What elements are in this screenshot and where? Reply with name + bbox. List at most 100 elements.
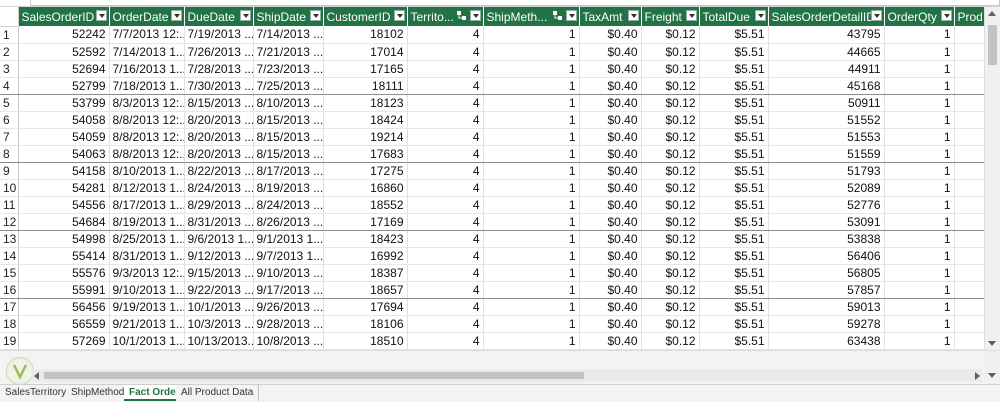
table-cell[interactable]: $0.12 (641, 179, 700, 197)
row-number[interactable]: 11 (0, 196, 19, 214)
column-header-prod[interactable]: Prod (954, 7, 984, 26)
table-cell[interactable]: 1 (884, 60, 955, 78)
table-cell[interactable] (954, 230, 984, 248)
table-cell[interactable]: 55991 (18, 281, 110, 299)
table-cell[interactable]: 8/22/2013 ... (184, 162, 254, 180)
table-cell[interactable]: $0.12 (641, 111, 700, 129)
table-cell[interactable]: 8/20/2013 ... (184, 145, 254, 163)
filter-dropdown-icon[interactable] (469, 10, 481, 21)
table-cell[interactable]: 17165 (323, 60, 408, 78)
table-cell[interactable]: 56456 (18, 298, 110, 316)
table-cell[interactable]: 1 (884, 179, 955, 197)
table-cell[interactable]: 54158 (18, 162, 110, 180)
table-cell[interactable]: 7/16/2013 1... (109, 60, 185, 78)
table-cell[interactable]: 4 (407, 247, 484, 265)
table-cell[interactable]: 1 (884, 111, 955, 129)
table-cell[interactable] (954, 315, 984, 333)
table-cell[interactable]: 1 (483, 43, 580, 61)
table-cell[interactable]: 52242 (18, 26, 110, 44)
table-cell[interactable]: 18423 (323, 230, 408, 248)
table-cell[interactable]: 1 (884, 298, 955, 316)
table-cell[interactable]: $0.12 (641, 26, 700, 44)
table-cell[interactable]: 8/17/2013 1... (109, 196, 185, 214)
table-cell[interactable]: 18106 (323, 315, 408, 333)
table-cell[interactable]: 9/28/2013 ... (253, 315, 324, 333)
table-cell[interactable]: 8/3/2013 12:... (109, 94, 185, 112)
horizontal-scroll-thumb[interactable] (44, 372, 584, 379)
formula-bar[interactable] (0, 0, 1000, 7)
table-cell[interactable]: 7/30/2013 ... (184, 77, 254, 95)
table-cell[interactable]: 9/22/2013 ... (184, 281, 254, 299)
table-cell[interactable]: 45168 (768, 77, 885, 95)
table-cell[interactable]: 4 (407, 230, 484, 248)
table-cell[interactable]: $5.51 (699, 128, 769, 146)
table-cell[interactable]: 44665 (768, 43, 885, 61)
table-cell[interactable]: $0.12 (641, 213, 700, 231)
table-cell[interactable]: 4 (407, 111, 484, 129)
filter-dropdown-icon[interactable] (95, 10, 107, 21)
table-cell[interactable] (954, 43, 984, 61)
table-cell[interactable]: 51793 (768, 162, 885, 180)
row-number[interactable]: 17 (0, 298, 19, 316)
filter-dropdown-icon[interactable] (239, 10, 251, 21)
table-cell[interactable]: 7/14/2013 1... (109, 43, 185, 61)
filter-dropdown-icon[interactable] (685, 10, 697, 21)
table-cell[interactable]: 8/10/2013 ... (253, 94, 324, 112)
table-cell[interactable]: 7/14/2013 ... (253, 26, 324, 44)
table-cell[interactable]: $0.12 (641, 281, 700, 299)
row-number[interactable]: 10 (0, 179, 19, 197)
table-cell[interactable]: 53838 (768, 230, 885, 248)
table-cell[interactable]: 1 (884, 128, 955, 146)
table-cell[interactable]: 17014 (323, 43, 408, 61)
filter-dropdown-icon[interactable] (565, 10, 577, 21)
table-cell[interactable]: 54556 (18, 196, 110, 214)
table-cell[interactable] (954, 179, 984, 197)
table-cell[interactable]: 7/25/2013 ... (253, 77, 324, 95)
table-cell[interactable]: 52776 (768, 196, 885, 214)
table-cell[interactable]: 8/19/2013 1... (109, 213, 185, 231)
table-cell[interactable]: $0.40 (579, 60, 642, 78)
table-cell[interactable]: 51553 (768, 128, 885, 146)
table-cell[interactable]: 44911 (768, 60, 885, 78)
table-cell[interactable]: $0.12 (641, 43, 700, 61)
table-cell[interactable]: 8/15/2013 ... (253, 111, 324, 129)
table-cell[interactable] (954, 213, 984, 231)
table-cell[interactable]: $5.51 (699, 43, 769, 61)
column-header-salesorderdetailid[interactable]: SalesOrderDetailID (768, 7, 885, 26)
table-cell[interactable] (954, 196, 984, 214)
table-cell[interactable]: 54998 (18, 230, 110, 248)
table-cell[interactable]: 1 (483, 315, 580, 333)
table-cell[interactable]: 1 (884, 264, 955, 282)
table-cell[interactable]: 1 (483, 145, 580, 163)
table-cell[interactable]: 8/10/2013 1... (109, 162, 185, 180)
table-cell[interactable]: 43795 (768, 26, 885, 44)
table-cell[interactable]: 8/20/2013 ... (184, 111, 254, 129)
column-header-orderqty[interactable]: OrderQty (884, 7, 955, 26)
table-cell[interactable]: 9/26/2013 ... (253, 298, 324, 316)
filter-dropdown-icon[interactable] (870, 10, 882, 21)
table-cell[interactable]: 4 (407, 43, 484, 61)
table-cell[interactable]: 19214 (323, 128, 408, 146)
table-cell[interactable]: 4 (407, 315, 484, 333)
filter-dropdown-icon[interactable] (393, 10, 405, 21)
table-cell[interactable]: 1 (884, 315, 955, 333)
table-cell[interactable]: 17694 (323, 298, 408, 316)
table-cell[interactable] (954, 247, 984, 265)
table-cell[interactable]: $0.12 (641, 230, 700, 248)
table-cell[interactable]: 8/15/2013 ... (184, 94, 254, 112)
horizontal-scrollbar[interactable] (32, 369, 982, 382)
table-cell[interactable]: 1 (483, 162, 580, 180)
table-cell[interactable]: 8/25/2013 1... (109, 230, 185, 248)
table-cell[interactable]: 8/15/2013 ... (253, 128, 324, 146)
table-cell[interactable]: 52799 (18, 77, 110, 95)
table-cell[interactable]: 4 (407, 26, 484, 44)
vertical-scroll-thumb[interactable] (988, 25, 997, 65)
table-cell[interactable]: $5.51 (699, 162, 769, 180)
table-cell[interactable]: 4 (407, 60, 484, 78)
table-cell[interactable]: 10/3/2013 ... (184, 315, 254, 333)
table-cell[interactable]: 8/20/2013 ... (184, 128, 254, 146)
filter-dropdown-icon[interactable] (309, 10, 321, 21)
table-cell[interactable]: 9/12/2013 ... (184, 247, 254, 265)
table-cell[interactable]: $0.12 (641, 60, 700, 78)
table-cell[interactable] (954, 281, 984, 299)
